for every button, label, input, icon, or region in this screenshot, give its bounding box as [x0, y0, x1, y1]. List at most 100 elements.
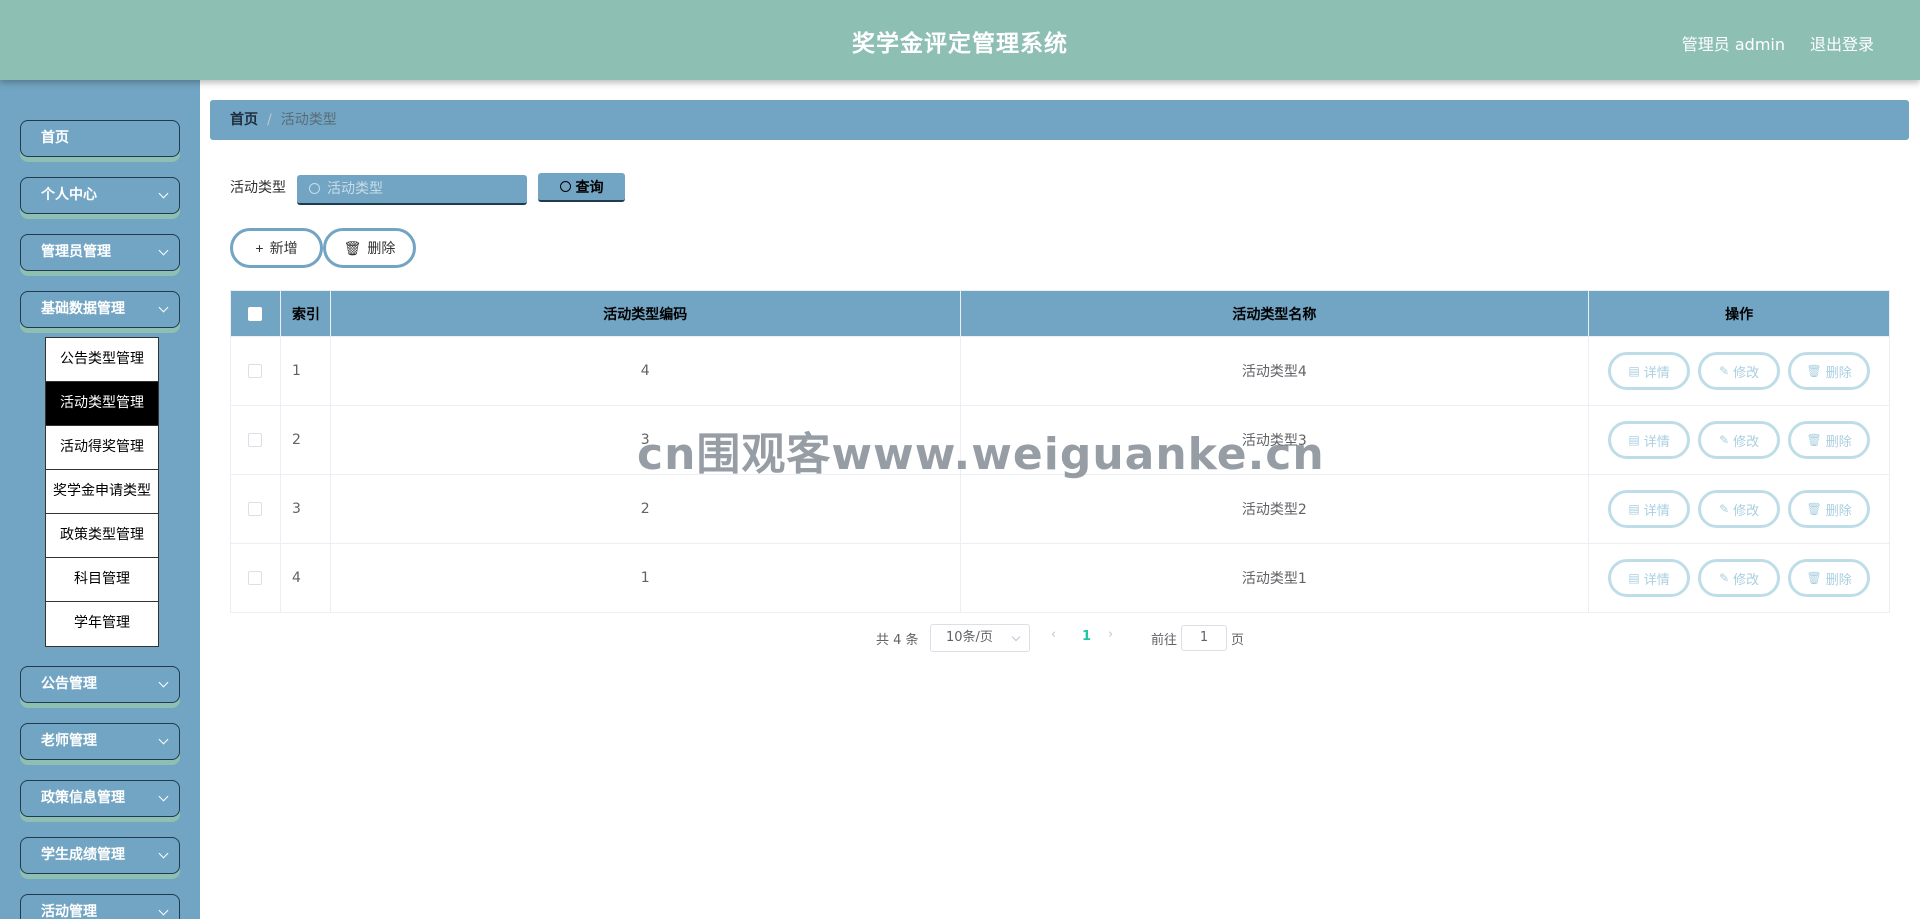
- edit-icon: ✎: [1719, 502, 1730, 516]
- row-delete-button-label: 删除: [1825, 433, 1852, 449]
- row-operations: ▤ 详情 ✎ 修改 🗑 删除: [1589, 475, 1889, 543]
- search-field[interactable]: [297, 175, 527, 205]
- detail-button[interactable]: ▤ 详情: [1608, 490, 1691, 528]
- plus-icon: +: [255, 240, 264, 256]
- submenu-item-activity-award[interactable]: 活动得奖管理: [46, 426, 158, 470]
- row-check-cell: [231, 406, 281, 474]
- row-delete-button[interactable]: 🗑 删除: [1788, 559, 1871, 597]
- edit-button[interactable]: ✎ 修改: [1698, 490, 1781, 528]
- sidebar-item-teacher-management[interactable]: 老师管理: [20, 723, 180, 760]
- sidebar-item-activity-management[interactable]: 活动管理: [20, 894, 180, 919]
- detail-button-label: 详情: [1643, 502, 1670, 518]
- row-index: 4: [281, 544, 331, 612]
- query-button-label: 查询: [575, 178, 604, 195]
- chevron-down-icon: [158, 734, 169, 745]
- detail-button[interactable]: ▤ 详情: [1608, 559, 1691, 597]
- breadcrumb: 首页 / 活动类型: [210, 100, 1909, 140]
- basic-data-submenu: 公告类型管理 活动类型管理 活动得奖管理 奖学金申请类型 政策类型管理 科目管理…: [45, 337, 159, 647]
- sidebar-item-admin-management[interactable]: 管理员管理: [20, 234, 180, 271]
- table-header: 索引 活动类型编码 活动类型名称 操作: [231, 291, 1889, 336]
- row-name: 活动类型3: [961, 406, 1590, 474]
- edit-button[interactable]: ✎ 修改: [1698, 421, 1781, 459]
- row-checkbox[interactable]: [248, 433, 263, 447]
- trash-icon: 🗑: [1806, 502, 1822, 516]
- edit-button-label: 修改: [1733, 571, 1760, 587]
- edit-button[interactable]: ✎ 修改: [1698, 352, 1781, 390]
- header-operations: 操作: [1725, 306, 1754, 323]
- search-input[interactable]: [327, 175, 517, 203]
- row-name: 活动类型4: [961, 337, 1590, 405]
- row-checkbox[interactable]: [248, 571, 263, 585]
- row-index: 3: [281, 475, 331, 543]
- row-delete-button[interactable]: 🗑 删除: [1788, 421, 1871, 459]
- detail-button[interactable]: ▤ 详情: [1608, 352, 1691, 390]
- chevron-down-icon: [1011, 632, 1021, 642]
- page-size-value: 10条/页: [946, 630, 993, 645]
- sidebar-item-notice-management[interactable]: 公告管理: [20, 666, 180, 703]
- query-button[interactable]: 查询: [538, 173, 625, 202]
- submenu-item-scholarship-type[interactable]: 奖学金申请类型: [46, 470, 158, 514]
- row-check-cell: [231, 337, 281, 405]
- goto-page-input[interactable]: 1: [1181, 625, 1227, 651]
- pagination: 共 4 条 10条/页 ‹ 1 › 前往 1 页: [0, 624, 1920, 654]
- page-number-current[interactable]: 1: [1082, 629, 1091, 644]
- submenu-item-policy-type[interactable]: 政策类型管理: [46, 514, 158, 558]
- delete-button-label: 删除: [367, 240, 396, 256]
- select-all-checkbox[interactable]: [248, 306, 263, 321]
- row-operations: ▤ 详情 ✎ 修改 🗑 删除: [1589, 544, 1889, 612]
- row-code: 2: [331, 475, 961, 543]
- pagination-total: 共 4 条: [876, 633, 919, 648]
- sidebar-item-grades-management[interactable]: 学生成绩管理: [20, 837, 180, 874]
- search-icon: [309, 183, 320, 194]
- breadcrumb-home[interactable]: 首页: [230, 112, 258, 128]
- table-row: 2 3 活动类型3 ▤ 详情 ✎ 修改 🗑 删除: [231, 405, 1889, 474]
- detail-button[interactable]: ▤ 详情: [1608, 421, 1691, 459]
- current-user: 管理员 admin: [1681, 35, 1785, 54]
- row-operations: ▤ 详情 ✎ 修改 🗑 删除: [1589, 337, 1889, 405]
- logout-link[interactable]: 退出登录: [1810, 31, 1874, 55]
- row-delete-button-label: 删除: [1825, 571, 1852, 587]
- edit-button-label: 修改: [1733, 364, 1760, 380]
- row-index: 1: [281, 337, 331, 405]
- submenu-item-subject[interactable]: 科目管理: [46, 558, 158, 602]
- edit-icon: ✎: [1719, 364, 1730, 378]
- submenu-item-notice-type[interactable]: 公告类型管理: [46, 338, 158, 382]
- chevron-down-icon: [158, 188, 169, 199]
- document-icon: ▤: [1628, 502, 1640, 516]
- sidebar-item-policy-management[interactable]: 政策信息管理: [20, 780, 180, 817]
- chevron-down-icon: [158, 677, 169, 688]
- detail-button-label: 详情: [1643, 364, 1670, 380]
- sidebar-item-label: 政策信息管理: [41, 790, 125, 806]
- edit-icon: ✎: [1719, 571, 1730, 585]
- row-name: 活动类型1: [961, 544, 1590, 612]
- header-index: 索引: [281, 291, 331, 336]
- table-row: 4 1 活动类型1 ▤ 详情 ✎ 修改 🗑 删除: [231, 543, 1889, 612]
- sidebar-item-home[interactable]: 首页: [20, 120, 180, 157]
- row-code: 1: [331, 544, 961, 612]
- delete-button[interactable]: 🗑 删除: [323, 228, 416, 268]
- sidebar-item-basic-data[interactable]: 基础数据管理: [20, 291, 180, 328]
- sidebar: 首页 个人中心 管理员管理 基础数据管理 公告类型管理 活动类型管理 活动得奖管…: [0, 80, 200, 919]
- edit-button[interactable]: ✎ 修改: [1698, 559, 1781, 597]
- sidebar-item-label: 老师管理: [41, 733, 97, 749]
- sidebar-item-label: 管理员管理: [41, 244, 111, 260]
- row-checkbox[interactable]: [248, 364, 263, 378]
- row-delete-button[interactable]: 🗑 删除: [1788, 352, 1871, 390]
- row-operations: ▤ 详情 ✎ 修改 🗑 删除: [1589, 406, 1889, 474]
- page-size-select[interactable]: 10条/页: [930, 624, 1030, 652]
- detail-button-label: 详情: [1643, 433, 1670, 449]
- trash-icon: 🗑: [1806, 364, 1822, 378]
- trash-icon: 🗑: [1806, 571, 1822, 585]
- add-button[interactable]: + 新增: [230, 228, 323, 268]
- row-delete-button[interactable]: 🗑 删除: [1788, 490, 1871, 528]
- row-checkbox[interactable]: [248, 502, 263, 516]
- prev-page-icon[interactable]: ‹: [1051, 627, 1056, 642]
- table-row: 1 4 活动类型4 ▤ 详情 ✎ 修改 🗑 删除: [231, 336, 1889, 405]
- next-page-icon[interactable]: ›: [1108, 627, 1113, 642]
- activity-type-table: 索引 活动类型编码 活动类型名称 操作 1 4 活动类型4 ▤ 详情 ✎ 修改 🗑 删…: [230, 290, 1890, 613]
- submenu-item-activity-type[interactable]: 活动类型管理: [46, 382, 158, 426]
- sidebar-item-personal-center[interactable]: 个人中心: [20, 177, 180, 214]
- goto-label: 前往: [1151, 633, 1178, 648]
- chevron-down-icon: [158, 905, 169, 916]
- trash-icon: 🗑: [343, 239, 362, 256]
